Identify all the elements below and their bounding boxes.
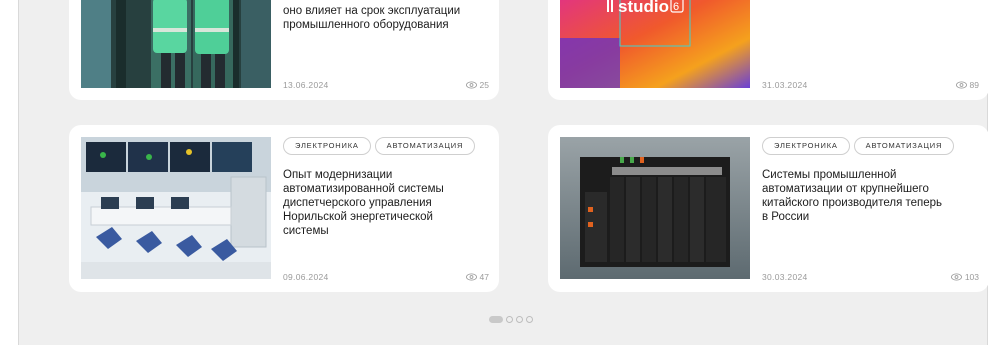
publish-date: 30.03.2024 bbox=[762, 272, 808, 282]
title-line: Опыт модернизации bbox=[283, 169, 393, 181]
publish-date: 13.06.2024 bbox=[283, 80, 329, 90]
eye-icon bbox=[950, 273, 962, 281]
news-card[interactable]: ЭЛЕКТРОНИКА АВТОМАТИЗАЦИЯ Опыт модерниза… bbox=[69, 125, 499, 292]
news-card[interactable]: studio 6 31.03.2024 89 bbox=[548, 0, 989, 100]
views-value: 25 bbox=[479, 80, 489, 90]
title-line: в России bbox=[762, 211, 810, 223]
publish-date: 31.03.2024 bbox=[762, 80, 808, 90]
views-value: 47 bbox=[479, 272, 489, 282]
title-line: китайского производителя теперь bbox=[762, 197, 943, 209]
card-image-control-room[interactable] bbox=[81, 137, 271, 279]
studio-logo-number: 6 bbox=[673, 1, 679, 13]
views-value: 89 bbox=[969, 80, 979, 90]
tag-list: ЭЛЕКТРОНИКА АВТОМАТИЗАЦИЯ bbox=[762, 137, 955, 155]
title-line: диспетчерского управления bbox=[283, 197, 432, 209]
card-image-studio[interactable]: studio 6 bbox=[560, 0, 750, 88]
card-image-workers[interactable] bbox=[81, 0, 271, 88]
card-title[interactable]: Опыт модернизации автоматизированной сис… bbox=[283, 168, 479, 238]
tag-automation[interactable]: АВТОМАТИЗАЦИЯ bbox=[374, 137, 476, 155]
views-count: 25 bbox=[465, 80, 489, 90]
tag-electronics[interactable]: ЭЛЕКТРОНИКА bbox=[762, 137, 850, 155]
eye-icon bbox=[955, 81, 967, 89]
title-line: Системы промышленной bbox=[762, 169, 897, 181]
pagination-dot[interactable] bbox=[506, 316, 513, 323]
publish-date: 09.06.2024 bbox=[283, 272, 329, 282]
title-line: автоматизированной системы bbox=[283, 183, 444, 195]
views-count: 47 bbox=[465, 272, 489, 282]
eye-icon bbox=[465, 273, 477, 281]
tag-electronics[interactable]: ЭЛЕКТРОНИКА bbox=[283, 137, 371, 155]
tag-list: ЭЛЕКТРОНИКА АВТОМАТИЗАЦИЯ bbox=[283, 137, 476, 155]
studio-logo-text: studio bbox=[618, 0, 669, 16]
title-line: оно влияет на срок эксплуатации bbox=[283, 5, 461, 17]
views-value: 103 bbox=[964, 272, 979, 282]
pagination-dot[interactable] bbox=[516, 316, 523, 323]
card-image-plc-rack[interactable] bbox=[560, 137, 750, 279]
pagination-dot[interactable] bbox=[526, 316, 533, 323]
views-count: 103 bbox=[950, 272, 979, 282]
views-count: 89 bbox=[955, 80, 979, 90]
news-section: оно влияет на срок эксплуатации промышле… bbox=[18, 0, 989, 345]
pagination-dot-active[interactable] bbox=[489, 316, 503, 323]
title-line: Норильской энергетической системы bbox=[283, 211, 433, 237]
carousel-pagination bbox=[489, 316, 533, 323]
card-title[interactable]: Системы промышленной автоматизации от кр… bbox=[762, 168, 969, 224]
eye-icon bbox=[465, 81, 477, 89]
title-line: промышленного оборудования bbox=[283, 19, 449, 31]
tag-automation[interactable]: АВТОМАТИЗАЦИЯ bbox=[853, 137, 955, 155]
title-line: автоматизации от крупнейшего bbox=[762, 183, 929, 195]
card-title[interactable]: оно влияет на срок эксплуатации промышле… bbox=[283, 4, 479, 32]
news-card[interactable]: ЭЛЕКТРОНИКА АВТОМАТИЗАЦИЯ Системы промыш… bbox=[548, 125, 989, 292]
news-card[interactable]: оно влияет на срок эксплуатации промышле… bbox=[69, 0, 499, 100]
